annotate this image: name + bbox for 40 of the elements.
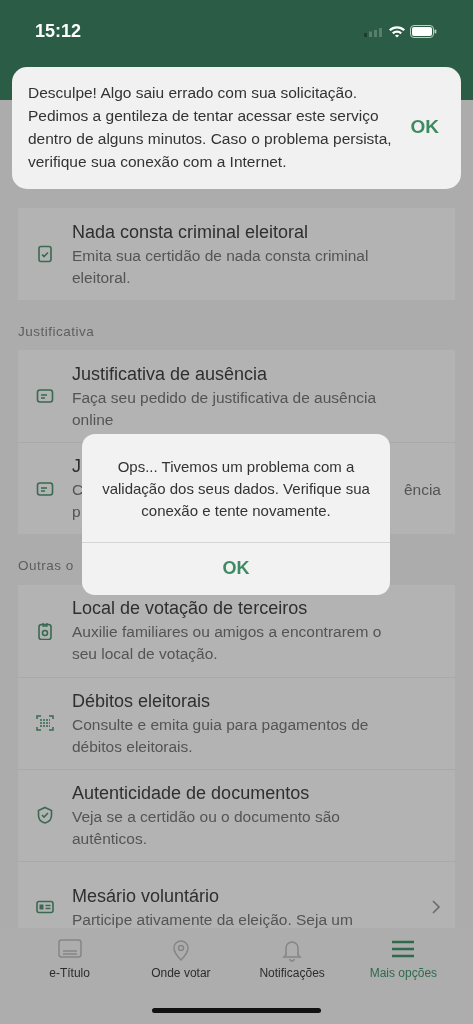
item-title: J: [72, 455, 81, 479]
document-check-icon: [36, 245, 54, 263]
id-card-icon: [36, 898, 54, 916]
service-item[interactable]: Autenticidade de documentos Veja se a certidão ou o documento são autênticos.: [18, 768, 455, 861]
service-item[interactable]: Nada consta criminal eleitoral Emita sua certidão de nada consta criminal eleitoral.: [18, 208, 455, 300]
ok-button[interactable]: OK: [396, 108, 445, 146]
dialog-message: Ops... Tivemos um problema com a validação dos seus dados. Verifique sua conexão e tente novamente.: [101, 457, 371, 521]
tab[interactable]: Onde votar: [125, 936, 237, 1024]
item-description: Participe ativamente da eleição. Seja um: [72, 909, 353, 928]
battery-icon: [410, 25, 437, 38]
scan-icon: [36, 714, 54, 732]
section-header: Outras o: [18, 557, 74, 576]
item-title: Justificativa de ausência: [72, 362, 268, 386]
badge-icon: [36, 621, 54, 640]
service-item[interactable]: Justificativa de ausência Faça seu pedido de justificativa de ausência online: [18, 350, 455, 443]
item-description: C: [72, 480, 84, 501]
toast-message: Desculpe! Algo saiu errado com sua solicitação. Pedimos a gentileza de tentar acessar este serviço dentro de alguns minutos. Caso o problema persista, verifique sua conexão com a Internet.: [28, 83, 393, 172]
item-description: Consulte e emita guia para pagamentos de débitos eleitorais.: [72, 714, 370, 757]
item-title: Nada consta criminal eleitoral: [72, 220, 309, 244]
item-description: Auxilie familiares ou amigos a encontrarem o seu local de votação.: [72, 622, 383, 664]
shield-check-icon: [36, 806, 54, 824]
ok-button[interactable]: OK: [82, 542, 390, 595]
item-description: Veja se a certidão ou o documento são autênticos.: [72, 806, 341, 849]
item-title: Débitos eleitorais: [72, 689, 211, 713]
status-time: 15:12: [35, 20, 82, 43]
item-title: Local de votação de terceiros: [72, 597, 308, 620]
message-icon: [36, 387, 54, 406]
item-title: Autenticidade de documentos: [72, 781, 310, 805]
tab[interactable]: e-Título: [14, 936, 126, 1024]
signal-icon: [364, 26, 384, 37]
item-description: Faça seu pedido de justificativa de ausência online: [72, 387, 378, 430]
wifi-icon: [388, 25, 406, 38]
message-icon: [36, 479, 54, 498]
service-item[interactable]: Débitos eleitorais Consulte e emita guia para pagamentos de débitos eleitorais.: [18, 676, 455, 769]
item-description: Emita sua certidão de nada consta criminal eleitoral.: [72, 245, 370, 288]
item-title: Mesário voluntário: [72, 884, 220, 908]
tab[interactable]: Notificações: [236, 936, 348, 1024]
section-header: Justificativa: [18, 323, 95, 341]
item-description: p: [72, 502, 81, 523]
item-description: ência: [403, 480, 441, 501]
